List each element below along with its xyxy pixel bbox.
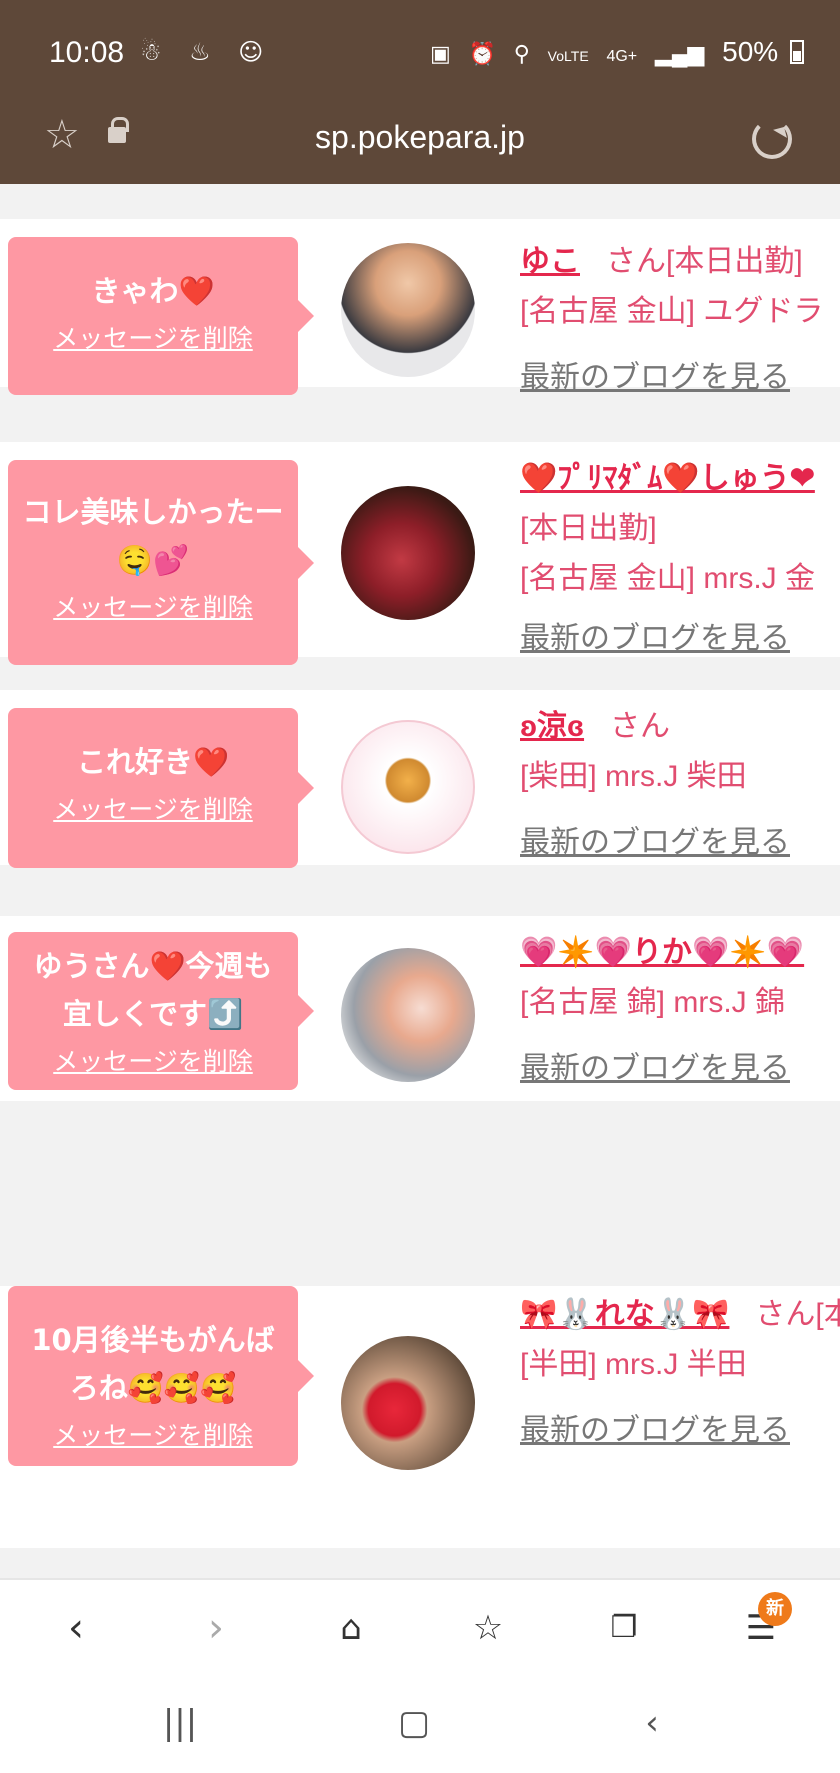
home-button-icon[interactable]: ▢ — [394, 1698, 434, 1748]
cast-suffix: さん[本日出勤] — [755, 1298, 840, 1331]
home-icon[interactable]: ⌂ — [321, 1598, 381, 1658]
status-right: ▣ ⏰ ⚲ VoLTE 4G+ ▂▄▆ 50% — [430, 36, 804, 68]
cast-name-link[interactable]: ゆこ — [520, 245, 580, 278]
signal-icon: ▂▄▆ — [654, 41, 705, 66]
notification-icons: ☃ ♨ ☺ — [140, 38, 274, 66]
battery-saver-icon: ▣ — [430, 41, 451, 66]
cast-info: ʚ涼ɞ さん [柴田] mrs.J 柴田 最新のブログを見る — [520, 702, 840, 868]
cast-name-link[interactable]: ❤️ﾌﾟﾘﾏﾀﾞﾑ❤️しゅう❤ — [520, 462, 815, 495]
delete-message-link[interactable]: メッセージを削除 — [53, 790, 253, 826]
message-bubble: これ好き❤️ メッセージを削除 — [8, 708, 314, 868]
cast-info: 💗✴️💗りか💗✴️💗 [名古屋 錦] mrs.J 錦 最新のブログを見る — [520, 928, 840, 1094]
url-bar: ☆ sp.pokepara.jp — [0, 105, 840, 184]
cast-suffix: さん — [610, 710, 671, 743]
message-text: 10月後半もがんばろね🥰🥰🥰 — [31, 1323, 275, 1405]
cast-suffix: さん[本日出勤] — [606, 245, 803, 278]
alarm-icon: ⏰ — [468, 41, 496, 66]
cast-shop: [柴田] mrs.J 柴田 — [520, 760, 747, 793]
browser-top-bar: 10:08 ☃ ♨ ☺ ▣ ⏰ ⚲ VoLTE 4G+ ▂▄▆ 50% ☆ sp… — [0, 0, 840, 184]
battery-percent: 50% — [722, 36, 779, 67]
message-bubble: 10月後半もがんばろね🥰🥰🥰 メッセージを削除 — [8, 1286, 314, 1466]
cast-name-link[interactable]: 🎀🐰れな🐰🎀 — [520, 1298, 729, 1331]
cast-info: ゆこ さん[本日出勤] [名古屋 金山] ユグドラ 最新のブログを見る — [520, 237, 840, 403]
avatar[interactable] — [341, 720, 475, 854]
message-bubble: コレ美味しかったー🤤💕 メッセージを削除 — [8, 460, 314, 665]
blog-link[interactable]: 最新のブログを見る — [520, 1044, 840, 1094]
message-text: ゆうさん❤️今週も宜しくです⤴️ — [33, 949, 273, 1031]
message-text: コレ美味しかったー🤤💕 — [22, 495, 284, 577]
battery-icon — [789, 40, 804, 64]
cast-status: [本日出勤] — [520, 512, 657, 545]
blog-link[interactable]: 最新のブログを見る — [520, 818, 840, 868]
avatar[interactable] — [341, 486, 475, 620]
tabs-icon[interactable]: ❐ — [594, 1598, 654, 1658]
delete-message-link[interactable]: メッセージを削除 — [53, 1042, 253, 1078]
cast-info: ❤️ﾌﾟﾘﾏﾀﾞﾑ❤️しゅう❤ [本日出勤] [名古屋 金山] mrs.J 金 … — [520, 454, 840, 664]
back-icon[interactable]: ‹ — [46, 1598, 106, 1658]
status-time: 10:08 — [49, 36, 125, 69]
delete-message-link[interactable]: メッセージを削除 — [53, 1416, 253, 1452]
delete-message-link[interactable]: メッセージを削除 — [53, 588, 253, 624]
message-bubble: きゃわ❤️ メッセージを削除 — [8, 237, 314, 395]
cast-shop: [名古屋 錦] mrs.J 錦 — [520, 986, 785, 1019]
reload-icon[interactable] — [752, 119, 792, 159]
message-bubble: ゆうさん❤️今週も宜しくです⤴️ メッセージを削除 — [8, 932, 314, 1090]
forward-icon[interactable]: › — [186, 1598, 246, 1658]
message-card: 10月後半もがんばろね🥰🥰🥰 メッセージを削除 🎀🐰れな🐰🎀 さん[本日出勤] [… — [0, 1286, 840, 1548]
recents-icon[interactable]: ||| — [160, 1698, 200, 1748]
location-icon: ⚲ — [513, 41, 530, 66]
favorites-message-list: きゃわ❤️ メッセージを削除 ゆこ さん[本日出勤] [名古屋 金山] ユグドラ … — [0, 184, 840, 1578]
avatar[interactable] — [341, 1336, 475, 1470]
blog-link[interactable]: 最新のブログを見る — [520, 614, 840, 664]
browser-bottom-toolbar: ‹ › ⌂ ☆ ❐ ☰ 新 — [0, 1578, 840, 1676]
system-nav-bar: ||| ▢ ‹ — [0, 1676, 840, 1773]
message-text: きゃわ❤️ — [91, 274, 215, 308]
avatar[interactable] — [341, 243, 475, 377]
status-bar: 10:08 ☃ ♨ ☺ ▣ ⏰ ⚲ VoLTE 4G+ ▂▄▆ 50% — [0, 0, 840, 105]
cast-shop: [半田] mrs.J 半田 — [520, 1348, 747, 1381]
url-text[interactable]: sp.pokepara.jp — [0, 119, 840, 156]
cast-shop: [名古屋 金山] mrs.J 金 — [520, 562, 815, 595]
cast-shop: [名古屋 金山] ユグドラ — [520, 295, 824, 328]
network-icon: 4G+ — [606, 48, 638, 65]
avatar[interactable] — [341, 948, 475, 1082]
bookmarks-icon[interactable]: ☆ — [458, 1598, 518, 1658]
cast-info: 🎀🐰れな🐰🎀 さん[本日出勤] [半田] mrs.J 半田 最新のブログを見る — [520, 1290, 840, 1456]
blog-link[interactable]: 最新のブログを見る — [520, 353, 840, 403]
new-badge: 新 — [758, 1592, 792, 1626]
delete-message-link[interactable]: メッセージを削除 — [53, 319, 253, 355]
message-card: コレ美味しかったー🤤💕 メッセージを削除 ❤️ﾌﾟﾘﾏﾀﾞﾑ❤️しゅう❤ [本日… — [0, 442, 840, 665]
message-text: これ好き❤️ — [76, 745, 230, 779]
message-card: これ好き❤️ メッセージを削除 ʚ涼ɞ さん [柴田] mrs.J 柴田 最新のブ… — [0, 690, 840, 868]
message-card: ゆうさん❤️今週も宜しくです⤴️ メッセージを削除 💗✴️💗りか💗✴️💗 [名古… — [0, 916, 840, 1101]
cast-name-link[interactable]: 💗✴️💗りか💗✴️💗 — [520, 936, 804, 969]
blog-link[interactable]: 最新のブログを見る — [520, 1406, 840, 1456]
message-card: きゃわ❤️ メッセージを削除 ゆこ さん[本日出勤] [名古屋 金山] ユグドラ … — [0, 219, 840, 395]
cast-name-link[interactable]: ʚ涼ɞ — [520, 710, 584, 743]
volte-icon: VoLTE — [547, 48, 589, 64]
system-back-icon[interactable]: ‹ — [632, 1698, 672, 1748]
